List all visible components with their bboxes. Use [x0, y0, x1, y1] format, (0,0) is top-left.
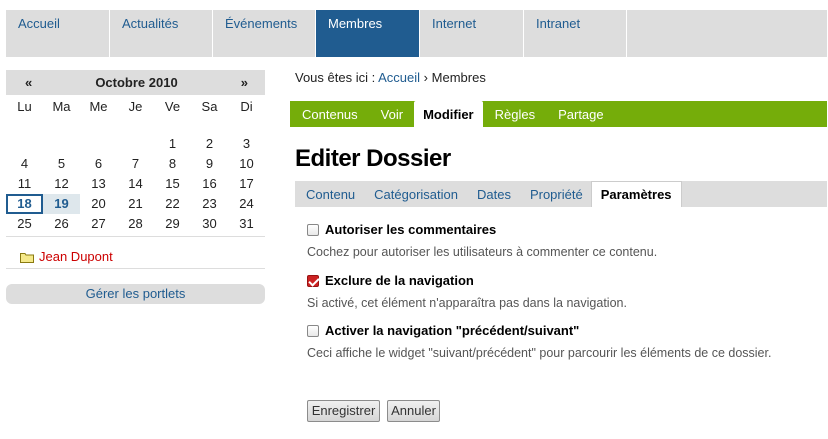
manage-portlets-button[interactable]: Gérer les portlets [6, 284, 265, 304]
save-button[interactable]: Enregistrer [307, 400, 380, 422]
view-tab-modifier[interactable]: Modifier [414, 101, 483, 127]
allow-comments-help: Cochez pour autoriser les utilisateurs à… [307, 245, 658, 259]
calendar-day[interactable]: 7 [117, 154, 154, 174]
calendar-day[interactable]: 18 [6, 194, 43, 214]
calendar-weekday: Ma [52, 98, 71, 114]
calendar-day[interactable]: 11 [6, 174, 43, 194]
calendar-day[interactable]: 26 [43, 214, 80, 234]
breadcrumb-home-link[interactable]: Accueil [378, 70, 420, 85]
next-prev-checkbox[interactable] [307, 324, 319, 337]
calendar-weekdays: Lu Ma Me Je Ve Sa Di [6, 95, 265, 117]
global-tab-actualites[interactable]: Actualités [110, 10, 213, 57]
calendar-empty-cell [43, 134, 80, 154]
calendar-day[interactable]: 10 [228, 154, 265, 174]
calendar-day[interactable]: 20 [80, 194, 117, 214]
user-link[interactable]: Jean Dupont [39, 249, 113, 264]
form-tab-parametres[interactable]: Paramètres [590, 181, 682, 207]
field-next-prev: Activer la navigation "précédent/suivant… [307, 323, 771, 360]
calendar-empty-cell [117, 134, 154, 154]
folder-icon [20, 251, 34, 263]
calendar-day[interactable]: 3 [228, 134, 265, 154]
calendar-day[interactable]: 28 [117, 214, 154, 234]
calendar-day[interactable]: 16 [191, 174, 228, 194]
calendar-day[interactable]: 8 [154, 154, 191, 174]
calendar-day[interactable]: 25 [6, 214, 43, 234]
page-title: Editer Dossier [295, 145, 451, 172]
calendar-prev-month-link[interactable]: « [25, 75, 32, 90]
form-tab-propriete[interactable]: Propriété [519, 181, 591, 207]
form-tab-categorisation[interactable]: Catégorisation [363, 181, 466, 207]
calendar-day[interactable]: 5 [43, 154, 80, 174]
calendar-empty-cell [6, 134, 43, 154]
global-tab-membres[interactable]: Membres [316, 10, 420, 57]
calendar-day[interactable]: 4 [6, 154, 43, 174]
breadcrumb: Vous êtes ici : Accueil › Membres [295, 70, 486, 85]
global-tab-accueil[interactable]: Accueil [6, 10, 110, 57]
calendar-weekday: Sa [201, 98, 218, 114]
form-tabs: Contenu Catégorisation Dates Propriété P… [295, 181, 827, 207]
exclude-nav-label: Exclure de la navigation [325, 273, 474, 288]
calendar-day[interactable]: 6 [80, 154, 117, 174]
next-prev-help: Ceci affiche le widget "suivant/précéden… [307, 346, 772, 360]
calendar-day[interactable]: 9 [191, 154, 228, 174]
calendar-day[interactable]: 21 [117, 194, 154, 214]
exclude-nav-help: Si activé, cet élément n'apparaîtra pas … [307, 296, 627, 310]
calendar-weekday: Je [128, 98, 143, 114]
breadcrumb-prefix: Vous êtes ici : [295, 70, 376, 85]
calendar-grid: 1 2 3 4 5 6 7 8 9 10 11 12 13 14 15 16 17 18 19 20 21 22 23 24 2… [6, 117, 265, 237]
calendar-day[interactable]: 24 [228, 194, 265, 214]
breadcrumb-current: Membres [431, 70, 486, 85]
calendar-weekday: Ve [164, 98, 181, 114]
calendar-day[interactable]: 23 [191, 194, 228, 214]
global-nav: Accueil Actualités Événements Membres In… [6, 10, 827, 57]
calendar-day[interactable]: 13 [80, 174, 117, 194]
global-tab-internet[interactable]: Internet [420, 10, 524, 57]
field-exclude-nav: Exclure de la navigation Si activé, cet … [307, 273, 627, 310]
calendar-day[interactable]: 15 [154, 174, 191, 194]
next-prev-label-row: Activer la navigation "précédent/suivant… [307, 323, 771, 338]
calendar-portlet: « Octobre 2010 » Lu Ma Me Je Ve Sa Di 12345678… [6, 70, 265, 237]
calendar-month-title: Octobre 2010 [95, 75, 178, 90]
calendar-day[interactable]: 19 [43, 194, 80, 214]
calendar-day[interactable]: 29 [154, 214, 191, 234]
user-portlet: Jean Dupont [6, 240, 265, 269]
calendar-day[interactable]: 1 [154, 134, 191, 154]
calendar-day[interactable]: 12 [43, 174, 80, 194]
calendar-empty-cell [80, 134, 117, 154]
exclude-nav-label-row: Exclure de la navigation [307, 273, 627, 288]
allow-comments-checkbox[interactable] [307, 223, 319, 236]
content-views-bar: Contenus Voir Modifier Règles Partage [290, 101, 827, 127]
calendar-day[interactable]: 22 [154, 194, 191, 214]
calendar-weekday: Di [240, 98, 253, 114]
form-tab-dates[interactable]: Dates [466, 181, 519, 207]
cancel-button[interactable]: Annuler [387, 400, 440, 422]
calendar-day[interactable]: 14 [117, 174, 154, 194]
breadcrumb-separator: › [423, 70, 429, 85]
view-tab-contenus[interactable]: Contenus [290, 101, 369, 127]
field-allow-comments: Autoriser les commentaires Cochez pour a… [307, 222, 657, 259]
calendar-day[interactable]: 17 [228, 174, 265, 194]
calendar-weekday: Me [89, 98, 108, 114]
calendar-header: « Octobre 2010 » [6, 70, 265, 95]
calendar-day[interactable]: 2 [191, 134, 228, 154]
next-prev-label: Activer la navigation "précédent/suivant… [325, 323, 580, 338]
calendar-day[interactable]: 31 [228, 214, 265, 234]
view-tab-regles[interactable]: Règles [483, 101, 546, 127]
exclude-nav-checkbox[interactable] [307, 274, 319, 287]
view-tab-voir[interactable]: Voir [369, 101, 414, 127]
calendar-weekday: Lu [17, 98, 32, 114]
allow-comments-label: Autoriser les commentaires [325, 222, 497, 237]
calendar-day[interactable]: 30 [191, 214, 228, 234]
global-tab-intranet[interactable]: Intranet [524, 10, 627, 57]
allow-comments-label-row: Autoriser les commentaires [307, 222, 657, 237]
view-tab-partage[interactable]: Partage [546, 101, 615, 127]
calendar-next-month-link[interactable]: » [241, 75, 248, 90]
calendar-day[interactable]: 27 [80, 214, 117, 234]
global-tab-evenements[interactable]: Événements [213, 10, 316, 57]
form-tab-contenu[interactable]: Contenu [295, 181, 363, 207]
